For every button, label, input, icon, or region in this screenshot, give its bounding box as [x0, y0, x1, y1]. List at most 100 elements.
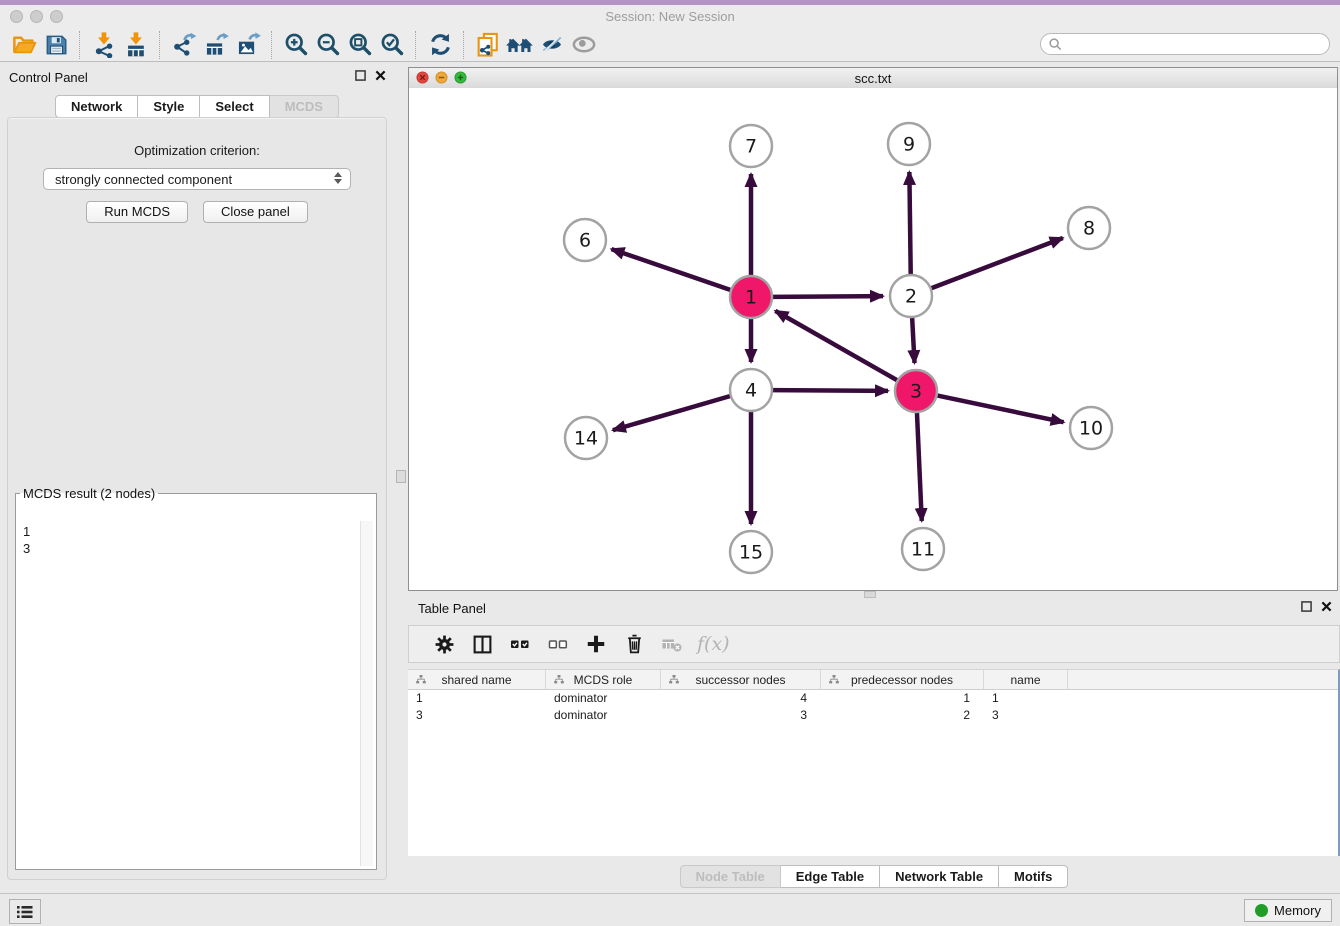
network-window-titlebar[interactable]: scc.txt — [409, 68, 1337, 89]
task-history-button[interactable] — [9, 899, 41, 924]
graph-node-label: 2 — [905, 286, 917, 308]
table-cell: 1 — [984, 690, 1068, 707]
table-cell: 3 — [408, 707, 546, 724]
save-session-icon[interactable] — [40, 30, 72, 60]
table-header-row: shared nameMCDS rolesuccessor nodesprede… — [408, 670, 1338, 690]
table-row[interactable]: 3dominator323 — [408, 707, 1338, 724]
tab-style[interactable]: Style — [138, 95, 200, 118]
graph-edge-3-11[interactable] — [917, 413, 922, 521]
sort-tree-icon[interactable] — [553, 674, 565, 685]
hide-graphics-icon[interactable] — [536, 30, 568, 60]
memory-button[interactable]: Memory — [1244, 899, 1332, 922]
close-panel-icon[interactable] — [375, 70, 386, 81]
import-network-icon[interactable] — [88, 30, 120, 60]
close-table-panel-icon[interactable] — [1321, 601, 1332, 612]
zoom-in-icon[interactable] — [280, 30, 312, 60]
table-cell: 3 — [661, 707, 821, 724]
mcds-result-box: MCDS result (2 nodes) 1 3 — [15, 486, 377, 870]
mcds-result-text[interactable]: 1 3 — [19, 521, 361, 866]
graph-edge-3-1[interactable] — [775, 311, 897, 380]
nested-networks-icon[interactable] — [504, 30, 536, 60]
graph-node-label: 4 — [745, 380, 757, 402]
tab-mcds[interactable]: MCDS — [270, 95, 339, 118]
select-all-checkboxes-icon[interactable] — [501, 629, 539, 659]
network-view-window: scc.txt 7968124314101511 — [408, 67, 1338, 591]
run-mcds-button[interactable]: Run MCDS — [86, 201, 188, 223]
tab-edge-table[interactable]: Edge Table — [781, 865, 880, 888]
toolbar-separator — [159, 31, 161, 59]
sort-tree-icon[interactable] — [828, 674, 840, 685]
table-cell: dominator — [546, 690, 661, 707]
float-table-panel-icon[interactable] — [1301, 601, 1312, 612]
column-header-MCDS-role[interactable]: MCDS role — [546, 670, 661, 689]
add-column-icon[interactable] — [577, 629, 615, 659]
tab-motifs[interactable]: Motifs — [999, 865, 1068, 888]
vertical-splitter-grip[interactable] — [396, 470, 406, 483]
sort-tree-icon[interactable] — [668, 674, 680, 685]
criterion-value: strongly connected component — [55, 172, 232, 187]
graph-edge-4-14[interactable] — [613, 396, 730, 430]
zoom-fit-icon[interactable] — [344, 30, 376, 60]
graph-edge-4-3[interactable] — [773, 390, 888, 391]
main-toolbar — [0, 28, 1340, 62]
search-input[interactable] — [1063, 36, 1329, 52]
select-chevrons-icon — [334, 172, 342, 184]
deselect-checkboxes-icon[interactable] — [539, 629, 577, 659]
column-header-predecessor-nodes[interactable]: predecessor nodes — [821, 670, 984, 689]
export-table-icon[interactable] — [200, 30, 232, 60]
graph-node-label: 10 — [1079, 418, 1103, 440]
table-cell: 4 — [661, 690, 821, 707]
control-panel-tabs: NetworkStyleSelectMCDS — [0, 95, 394, 118]
table-tabs: Node TableEdge TableNetwork TableMotifs — [408, 865, 1340, 888]
split-columns-icon[interactable] — [463, 629, 501, 659]
tab-network[interactable]: Network — [55, 95, 138, 118]
zoom-selected-icon[interactable] — [376, 30, 408, 60]
table-cell: dominator — [546, 707, 661, 724]
delete-table-icon — [653, 629, 691, 659]
close-panel-button[interactable]: Close panel — [203, 201, 308, 223]
control-panel-title: Control Panel — [9, 70, 88, 85]
graph-edge-2-9[interactable] — [909, 172, 910, 274]
tab-select[interactable]: Select — [200, 95, 269, 118]
mcds-result-title: MCDS result (2 nodes) — [20, 486, 158, 501]
table-cell: 1 — [821, 690, 984, 707]
open-file-icon[interactable] — [8, 30, 40, 60]
graph-edge-1-6[interactable] — [611, 249, 730, 290]
criterion-select[interactable]: strongly connected component — [43, 168, 351, 190]
toolbar-separator — [415, 31, 417, 59]
delete-column-icon[interactable] — [615, 629, 653, 659]
column-header-name[interactable]: name — [984, 670, 1068, 689]
graph-node-label: 6 — [579, 230, 591, 252]
graph-node-label: 14 — [574, 428, 598, 450]
column-header-successor-nodes[interactable]: successor nodes — [661, 670, 821, 689]
export-network-icon[interactable] — [168, 30, 200, 60]
graph-edge-2-3[interactable] — [912, 318, 914, 363]
zoom-out-icon[interactable] — [312, 30, 344, 60]
memory-label: Memory — [1274, 903, 1321, 918]
function-builder-icon: f(x) — [697, 633, 730, 655]
show-eye-icon — [568, 30, 600, 60]
mcds-panel: Optimization criterion: strongly connect… — [7, 117, 387, 880]
graph-node-label: 9 — [903, 134, 915, 156]
memory-status-icon — [1255, 904, 1268, 917]
sort-tree-icon[interactable] — [415, 674, 427, 685]
result-scrollbar[interactable] — [360, 521, 373, 866]
tab-network-table[interactable]: Network Table — [880, 865, 999, 888]
graph-edge-1-2[interactable] — [773, 296, 883, 297]
float-panel-icon[interactable] — [355, 70, 366, 81]
graph-edge-2-8[interactable] — [932, 238, 1063, 288]
tab-node-table[interactable]: Node Table — [680, 865, 781, 888]
network-graph: 7968124314101511 — [409, 88, 1337, 590]
graph-edge-3-10[interactable] — [938, 396, 1064, 423]
table-row[interactable]: 1dominator411 — [408, 690, 1338, 707]
import-table-icon[interactable] — [120, 30, 152, 60]
search-field[interactable] — [1040, 33, 1330, 55]
gear-icon[interactable] — [425, 629, 463, 659]
refresh-layout-icon[interactable] — [424, 30, 456, 60]
export-image-icon[interactable] — [232, 30, 264, 60]
table-panel-header: Table Panel — [408, 597, 1340, 623]
graph-node-label: 3 — [910, 381, 922, 403]
column-header-shared-name[interactable]: shared name — [408, 670, 546, 689]
clone-network-icon[interactable] — [472, 30, 504, 60]
network-canvas[interactable]: 7968124314101511 — [409, 88, 1337, 590]
